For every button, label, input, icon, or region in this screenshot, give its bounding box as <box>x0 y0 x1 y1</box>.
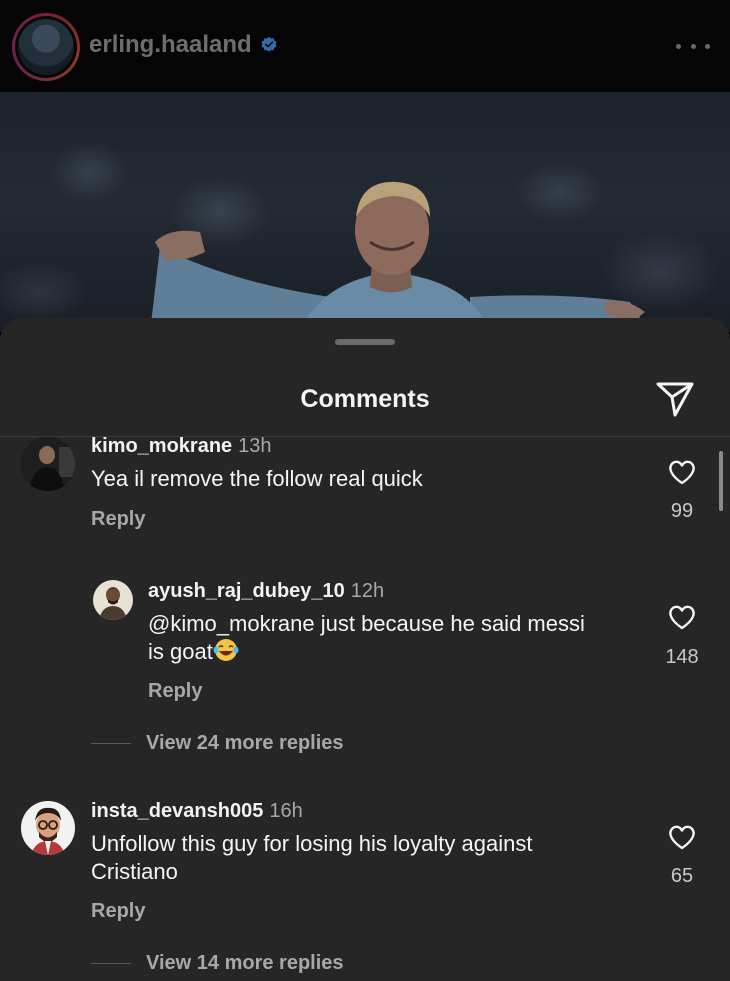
comment-author[interactable]: kimo_mokrane 13h <box>91 435 272 458</box>
post-photo <box>0 92 730 332</box>
reply-button[interactable]: Reply <box>91 900 145 923</box>
comment-author[interactable]: ayush_raj_dubey_10 12h <box>148 580 384 603</box>
heart-icon[interactable] <box>667 823 697 851</box>
sheet-title: Comments <box>300 385 430 413</box>
more-options-icon[interactable] <box>676 34 710 58</box>
comment-time: 16h <box>269 800 303 822</box>
view-replies-line <box>91 743 131 744</box>
comment-text: Yea il remove the follow real quick <box>91 466 423 491</box>
like-count: 99 <box>670 500 694 522</box>
post-header: erling.haaland <box>0 0 730 92</box>
like-count: 148 <box>665 646 699 668</box>
sheet-drag-handle[interactable] <box>335 339 395 345</box>
profile-avatar[interactable] <box>12 13 80 81</box>
verified-badge-icon <box>261 36 277 52</box>
comment-time: 13h <box>238 435 272 457</box>
view-more-replies-button[interactable]: View 24 more replies <box>146 732 344 755</box>
share-icon[interactable] <box>655 380 695 418</box>
avatar[interactable] <box>21 801 75 855</box>
scrollbar[interactable] <box>719 451 723 511</box>
avatar[interactable] <box>21 437 75 491</box>
heart-icon[interactable] <box>667 603 697 631</box>
view-replies-line <box>91 963 131 964</box>
comment-author[interactable]: insta_devansh005 16h <box>91 800 303 823</box>
avatar[interactable] <box>93 580 133 620</box>
reply-button[interactable]: Reply <box>91 508 145 531</box>
comment-text: Unfollow this guy for losing his loyalty… <box>91 831 533 884</box>
comments-sheet: Comments kimo_mokrane 13h Yea il remove t… <box>0 318 730 981</box>
player-figure-image <box>150 181 645 332</box>
laughing-emoji-icon <box>213 639 239 661</box>
comment-text: @kimo_mokrane just because he said messi… <box>148 611 585 664</box>
like-count: 65 <box>670 865 694 887</box>
heart-icon[interactable] <box>667 458 697 486</box>
view-more-replies-button[interactable]: View 14 more replies <box>146 952 344 975</box>
comment-time: 12h <box>350 580 385 602</box>
profile-username[interactable]: erling.haaland <box>89 31 252 59</box>
reply-button[interactable]: Reply <box>148 680 202 703</box>
